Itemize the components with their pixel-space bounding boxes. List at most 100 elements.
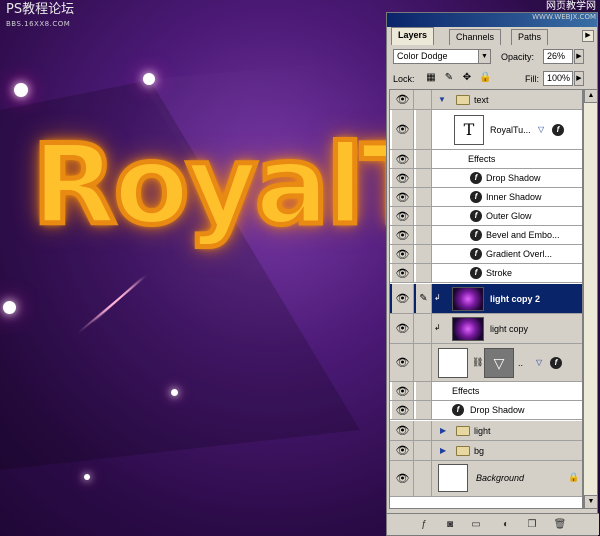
adjustment-layer-icon[interactable]: ◐ bbox=[499, 518, 513, 532]
layer-row-text-layer[interactable]: 👁 T RoyalTu... ▽ f bbox=[390, 110, 582, 150]
lock-label: Lock: bbox=[393, 74, 415, 84]
blend-mode-select[interactable]: Color Dodge ▼ bbox=[393, 49, 491, 64]
visibility-eye-icon[interactable]: 👁 bbox=[392, 461, 414, 496]
link-slot bbox=[416, 401, 432, 419]
effect-row-outer-glow[interactable]: 👁 f Outer Glow bbox=[390, 207, 582, 226]
effect-fx-icon: f bbox=[470, 172, 482, 184]
visibility-eye-icon[interactable]: 👁 bbox=[392, 441, 414, 460]
tab-layers[interactable]: Layers bbox=[391, 27, 435, 45]
link-slot[interactable] bbox=[416, 314, 432, 343]
vector-mask-triangle-icon: ▽ bbox=[484, 348, 514, 378]
link-slot bbox=[416, 264, 432, 282]
link-slot bbox=[416, 150, 432, 168]
effects-row[interactable]: 👁 Effects bbox=[390, 382, 582, 401]
opacity-slider-arrow-icon[interactable]: ▶ bbox=[574, 49, 584, 64]
sparkle-dot bbox=[84, 474, 90, 480]
link-slot[interactable] bbox=[416, 110, 432, 149]
layer-row-shape[interactable]: 👁 ⛓ ▽ .. ▽ f bbox=[390, 344, 582, 382]
effect-fx-icon: f bbox=[470, 191, 482, 203]
scroll-up-arrow-icon[interactable]: ▲ bbox=[584, 89, 598, 103]
visibility-eye-icon[interactable]: 👁 bbox=[392, 207, 414, 225]
triangle-down-icon[interactable]: ▽ bbox=[538, 125, 544, 134]
new-layer-icon[interactable]: ❐ bbox=[525, 518, 539, 532]
layer-row-light-copy[interactable]: 👁 ↲ light copy bbox=[390, 314, 582, 344]
effect-row-stroke[interactable]: 👁 f Stroke bbox=[390, 264, 582, 283]
effect-name: Gradient Overl... bbox=[486, 249, 553, 259]
panel-menu-arrow-icon[interactable]: ▶ bbox=[582, 30, 594, 42]
effect-row-bevel-emboss[interactable]: 👁 f Bevel and Embo... bbox=[390, 226, 582, 245]
lock-position-move-icon[interactable]: ✥ bbox=[461, 72, 473, 84]
blend-mode-value: Color Dodge bbox=[397, 51, 448, 61]
visibility-eye-icon[interactable]: 👁 bbox=[392, 344, 414, 381]
visibility-eye-icon[interactable]: 👁 bbox=[392, 226, 414, 244]
effects-fx-icon[interactable]: f bbox=[550, 357, 562, 369]
link-slot[interactable] bbox=[416, 421, 432, 440]
new-group-folder-icon[interactable]: ▭ bbox=[469, 518, 483, 532]
effect-row-drop-shadow[interactable]: 👁 f Drop Shadow bbox=[390, 401, 582, 420]
layers-panel: Layers Channels Paths ▶ Color Dodge ▼ Op… bbox=[386, 12, 599, 536]
visibility-eye-icon[interactable]: 👁 bbox=[392, 245, 414, 263]
effect-fx-icon: f bbox=[470, 248, 482, 260]
layers-scrollbar[interactable]: ▲ ▼ bbox=[583, 89, 598, 509]
visibility-eye-icon[interactable]: 👁 bbox=[392, 169, 414, 187]
visibility-eye-icon[interactable]: 👁 bbox=[392, 150, 414, 168]
visibility-eye-icon[interactable]: 👁 bbox=[392, 314, 414, 343]
effect-row-inner-shadow[interactable]: 👁 f Inner Shadow bbox=[390, 188, 582, 207]
visibility-eye-icon[interactable]: 👁 bbox=[392, 90, 414, 109]
effect-row-gradient-overlay[interactable]: 👁 f Gradient Overl... bbox=[390, 245, 582, 264]
layer-row-text-group[interactable]: 👁 ▼ text bbox=[390, 90, 582, 110]
scroll-down-arrow-icon[interactable]: ▼ bbox=[584, 495, 598, 509]
triangle-down-icon[interactable]: ▽ bbox=[536, 358, 542, 367]
visibility-eye-icon[interactable]: 👁 bbox=[392, 382, 414, 400]
opacity-input[interactable]: 26% bbox=[543, 49, 573, 64]
fill-thumbnail bbox=[438, 348, 468, 378]
forum-watermark-title: PS教程论坛 bbox=[6, 2, 75, 17]
sparkle-dot bbox=[14, 83, 28, 97]
visibility-eye-icon[interactable]: 👁 bbox=[392, 401, 414, 419]
effects-fx-icon[interactable]: f bbox=[552, 124, 564, 136]
lock-row: Lock: ▦ ✎ ✥ 🔒 Fill: 100% ▶ bbox=[387, 67, 597, 89]
brush-icon[interactable]: ✎ bbox=[416, 284, 432, 313]
link-slot[interactable] bbox=[416, 90, 432, 109]
fill-input[interactable]: 100% bbox=[543, 71, 573, 86]
triangle-collapsed-icon[interactable]: ▶ bbox=[440, 426, 446, 435]
lock-transparency-icon[interactable]: ▦ bbox=[425, 72, 437, 84]
link-slot[interactable] bbox=[416, 461, 432, 496]
layer-row-bg-group[interactable]: 👁 ▶ bg bbox=[390, 441, 582, 461]
effect-fx-icon: f bbox=[452, 404, 464, 416]
link-slot bbox=[416, 245, 432, 263]
add-layer-style-icon[interactable]: ƒ bbox=[417, 518, 431, 532]
visibility-eye-icon[interactable]: 👁 bbox=[392, 421, 414, 440]
layer-row-light-copy-2[interactable]: 👁 ✎ ↲ light copy 2 bbox=[390, 284, 582, 314]
fill-slider-arrow-icon[interactable]: ▶ bbox=[574, 71, 584, 86]
visibility-eye-icon[interactable]: 👁 bbox=[392, 284, 414, 313]
link-slot[interactable] bbox=[416, 441, 432, 460]
tab-channels[interactable]: Channels bbox=[449, 29, 502, 45]
link-slot bbox=[416, 188, 432, 206]
lock-image-brush-icon[interactable]: ✎ bbox=[443, 72, 455, 84]
link-slot bbox=[416, 207, 432, 225]
visibility-eye-icon[interactable]: 👁 bbox=[392, 188, 414, 206]
lock-all-padlock-icon[interactable]: 🔒 bbox=[479, 72, 491, 84]
link-slot bbox=[416, 226, 432, 244]
layer-thumbnail bbox=[438, 464, 468, 492]
visibility-eye-icon[interactable]: 👁 bbox=[392, 264, 414, 282]
tab-paths[interactable]: Paths bbox=[511, 29, 549, 45]
effects-row[interactable]: 👁 Effects bbox=[390, 150, 582, 169]
forum-watermark-url: BBS.16XX8.COM bbox=[6, 20, 71, 28]
triangle-collapsed-icon[interactable]: ▶ bbox=[440, 446, 446, 455]
visibility-eye-icon[interactable]: 👁 bbox=[392, 110, 414, 149]
layer-row-light-group[interactable]: 👁 ▶ light bbox=[390, 421, 582, 441]
sparkle-dot bbox=[143, 73, 155, 85]
layer-row-background[interactable]: 👁 Background 🔒 bbox=[390, 461, 582, 497]
layer-name: light bbox=[474, 426, 491, 436]
triangle-expanded-icon[interactable]: ▼ bbox=[438, 95, 446, 104]
chain-link-icon[interactable]: ⛓ bbox=[472, 357, 483, 368]
effect-row-drop-shadow[interactable]: 👁 f Drop Shadow bbox=[390, 169, 582, 188]
layer-name: bg bbox=[474, 446, 485, 456]
layers-list: 👁 ▼ text 👁 T RoyalTu... ▽ f 👁 Effects 👁 … bbox=[389, 89, 583, 509]
trash-icon[interactable]: 🗑 bbox=[553, 518, 567, 532]
add-mask-icon[interactable]: ◙ bbox=[443, 518, 457, 532]
link-slot[interactable] bbox=[416, 344, 432, 381]
effect-name: Drop Shadow bbox=[486, 173, 541, 183]
